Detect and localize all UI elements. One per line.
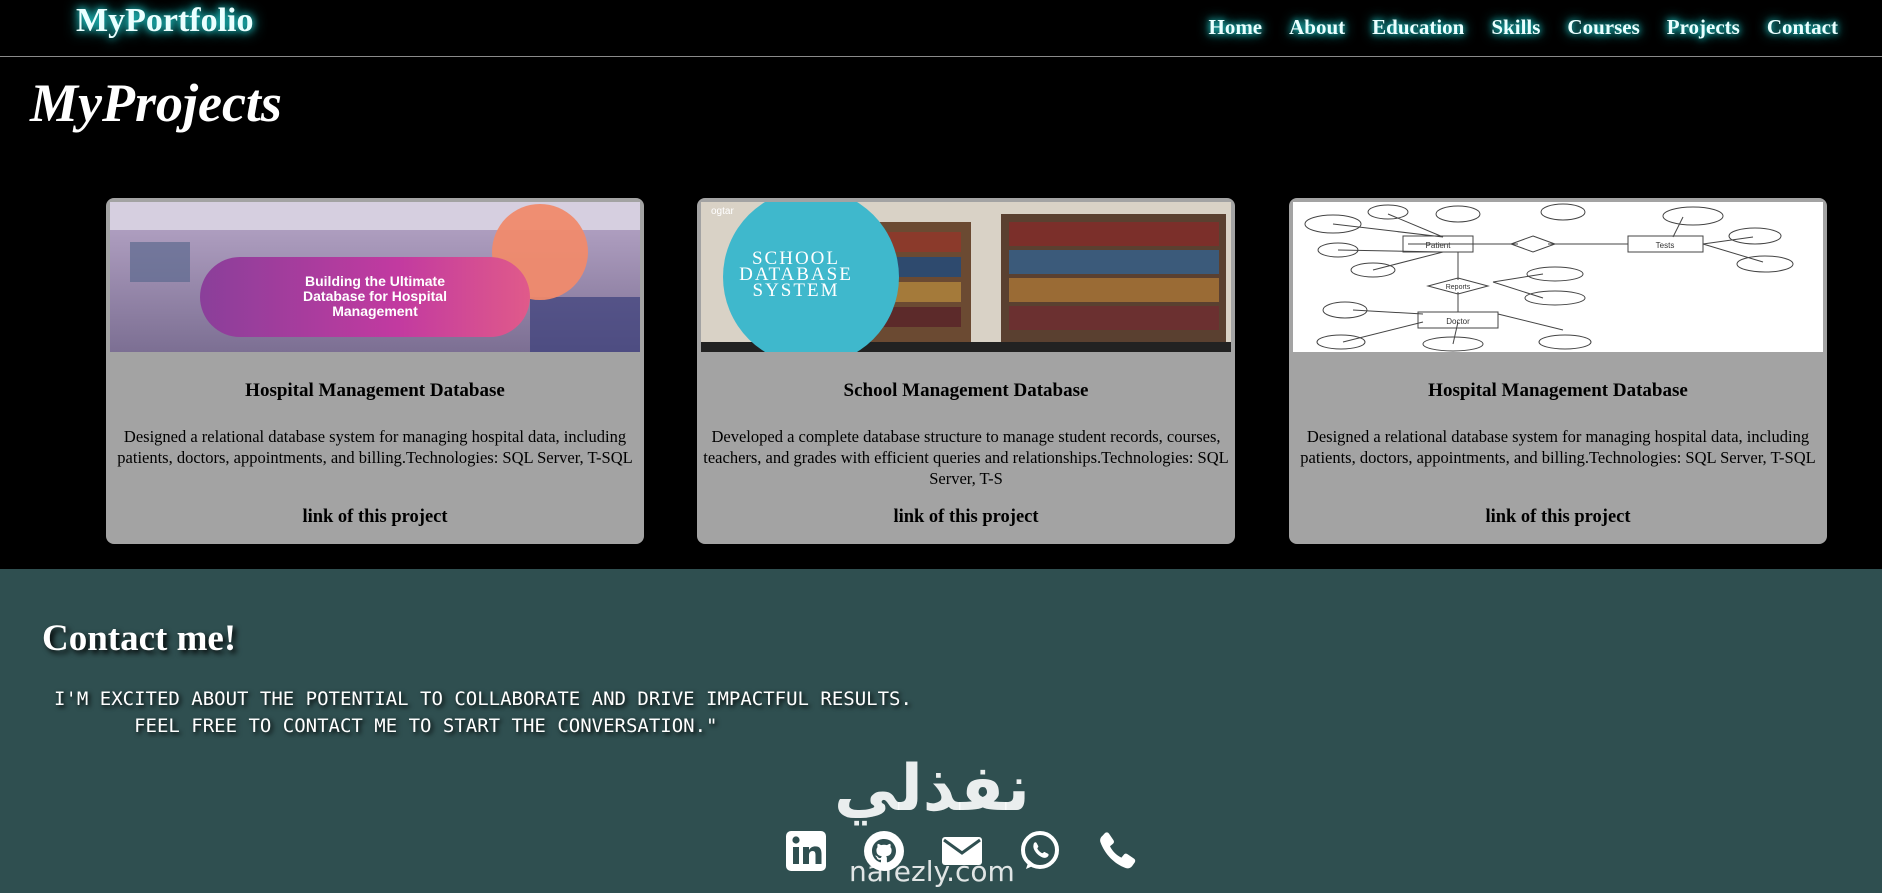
nav-education[interactable]: Education xyxy=(1372,15,1464,40)
phone-icon[interactable] xyxy=(1096,829,1140,873)
project-link[interactable]: link of this project xyxy=(106,507,644,528)
nav-home[interactable]: Home xyxy=(1208,15,1262,40)
nav-courses[interactable]: Courses xyxy=(1567,15,1639,40)
er-entity-doctor: Doctor xyxy=(1446,317,1470,326)
hospital-image-line-1: Building the Ultimate xyxy=(305,273,445,289)
nav-skills[interactable]: Skills xyxy=(1491,15,1540,40)
nav-contact[interactable]: Contact xyxy=(1767,15,1838,40)
er-relation-reports: Reports xyxy=(1446,284,1471,291)
navbar: MyPortfolio Home About Education Skills … xyxy=(0,0,1882,57)
contact-section: Contact me! I'M EXCITED ABOUT THE POTENT… xyxy=(0,569,1882,893)
page-title: MyProjects xyxy=(30,73,282,133)
contact-heading: Contact me! xyxy=(42,618,237,659)
project-card-1: Building the Ultimate Database for Hospi… xyxy=(106,198,644,544)
linkedin-icon[interactable] xyxy=(784,829,828,873)
project-image-er-diagram: Patient Tests Doctor Reports xyxy=(1293,202,1823,352)
project-image-hospital: Building the Ultimate Database for Hospi… xyxy=(110,202,640,352)
project-title: Hospital Management Database xyxy=(245,380,505,401)
watermark-arabic: نفذلي xyxy=(834,752,1030,826)
brand-logo[interactable]: MyPortfolio xyxy=(76,2,254,40)
hospital-image-line-3: Management xyxy=(332,303,418,319)
project-card-3: Patient Tests Doctor Reports Hospital Ma… xyxy=(1289,198,1827,544)
whatsapp-icon[interactable] xyxy=(1018,829,1062,873)
main-nav: Home About Education Skills Courses Proj… xyxy=(1208,15,1838,40)
email-icon[interactable] xyxy=(940,829,984,873)
project-card-2: ogtar SCHOOL DATABASE SYSTEM School Mana… xyxy=(697,198,1235,544)
er-entity-patient: Patient xyxy=(1426,241,1452,250)
contact-message: I'M EXCITED ABOUT THE POTENTIAL TO COLLA… xyxy=(54,688,912,737)
school-image-line-3: SYSTEM xyxy=(753,280,840,301)
nav-about[interactable]: About xyxy=(1289,15,1345,40)
hospital-image-line-2: Database for Hospital xyxy=(303,288,447,304)
project-title: School Management Database xyxy=(843,380,1089,401)
project-description: Designed a relational database system fo… xyxy=(1300,427,1816,467)
project-image-school: ogtar SCHOOL DATABASE SYSTEM xyxy=(701,202,1231,352)
project-description: Designed a relational database system fo… xyxy=(117,427,633,467)
project-title: Hospital Management Database xyxy=(1428,380,1688,401)
school-image-logo: ogtar xyxy=(711,206,734,217)
github-icon[interactable] xyxy=(862,829,906,873)
project-description: Developed a complete database structure … xyxy=(703,427,1229,488)
nav-projects[interactable]: Projects xyxy=(1667,15,1740,40)
project-link[interactable]: link of this project xyxy=(1289,507,1827,528)
er-entity-tests: Tests xyxy=(1656,241,1675,250)
project-link[interactable]: link of this project xyxy=(697,507,1235,528)
social-links xyxy=(784,829,1140,873)
